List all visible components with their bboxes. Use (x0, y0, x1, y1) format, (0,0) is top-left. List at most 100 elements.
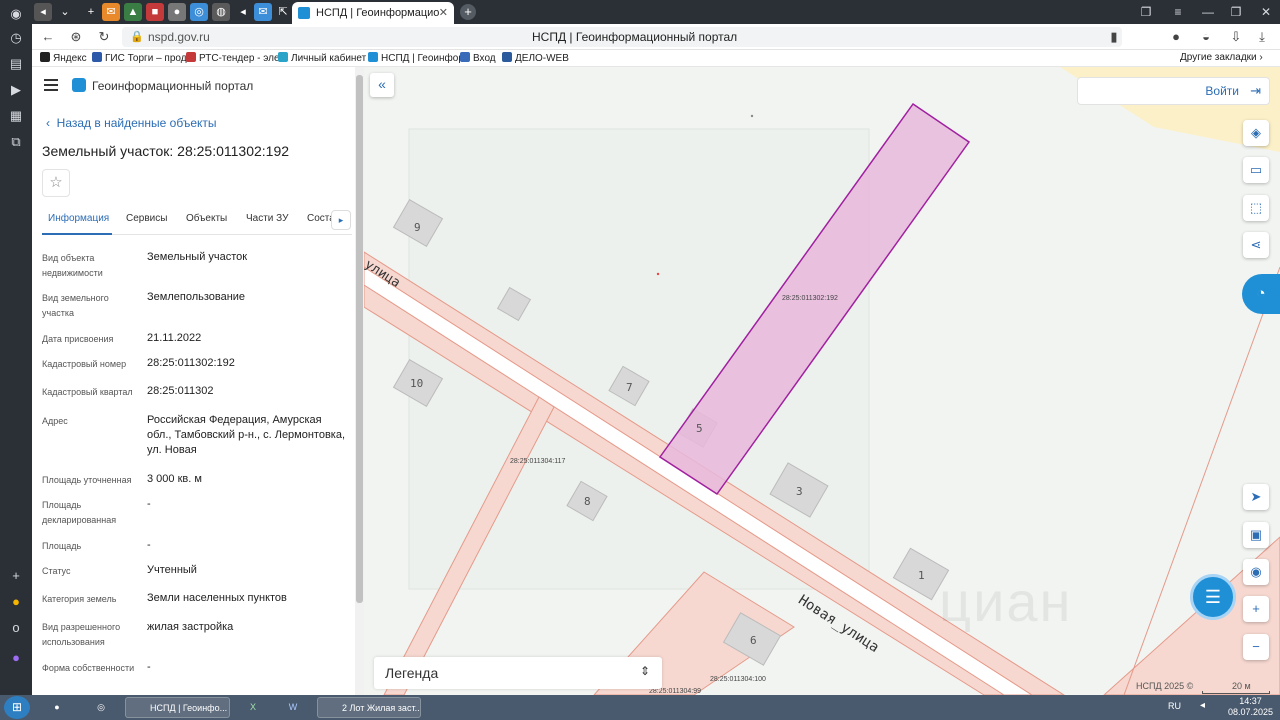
other-bookmarks[interactable]: Другие закладки › (1180, 52, 1263, 63)
taskbar-word-icon[interactable]: W (282, 697, 304, 718)
map-service-button[interactable]: ◔ (1242, 274, 1280, 314)
url-text[interactable]: nspd.gov.ru (148, 30, 210, 44)
active-tab-underline (42, 233, 112, 235)
taskbar-excel-icon[interactable]: X (242, 697, 264, 718)
portal-logo-icon (72, 78, 86, 92)
bookmark-rts-tender[interactable]: РТС-тендер - эле (186, 52, 280, 64)
pinned-tab-sound2-icon[interactable]: ◂ (234, 3, 252, 21)
taskbar-app-icon[interactable]: ◎ (90, 697, 112, 718)
legend-expand-icon[interactable]: ⇕ (640, 664, 650, 678)
pinned-tab-dark-icon[interactable]: ◍ (212, 3, 230, 21)
pinned-tab-sound-icon[interactable]: ◂ (34, 3, 52, 21)
app-icon-o[interactable]: o (6, 618, 26, 638)
bookmark-gis-torgi[interactable]: ГИС Торги – прод (92, 52, 187, 64)
pinned-tab-cursor-icon[interactable]: ⇱ (274, 3, 292, 21)
back-arrow-icon[interactable]: ← (40, 29, 56, 45)
taskbar-alice-icon[interactable]: ● (46, 697, 68, 718)
yandex-icon[interactable]: ⊛ (68, 29, 84, 45)
login-button[interactable]: Войти ⇥ (1077, 77, 1270, 105)
vpn-icon[interactable]: ◒ (1198, 29, 1214, 45)
chat-icon[interactable]: ☰ (1190, 574, 1236, 620)
tab-information[interactable]: Информация (48, 213, 109, 224)
app-icon-yellow[interactable]: ● (6, 592, 26, 612)
extension-icon[interactable]: ● (1168, 29, 1184, 45)
pinned-tab-app-icon[interactable]: ▲ (124, 3, 142, 21)
select-area-icon[interactable]: ⬚ (1243, 195, 1269, 221)
pinned-tab-red-icon[interactable]: ■ (146, 3, 164, 21)
active-tab[interactable]: НСПД | Геоинформацио ✕ (292, 2, 454, 24)
close-window-icon[interactable]: ✕ (1258, 4, 1274, 20)
panel-scrollbar-thumb[interactable] (356, 75, 363, 603)
bookmark-yandex[interactable]: Яндекс (40, 52, 87, 64)
row-value-cadastral-number: 28:25:011302:192 (147, 357, 235, 369)
tabs-next-chevron-icon[interactable]: ▸ (331, 210, 351, 230)
tabs-menu-chevron-icon[interactable]: ⌄ (56, 3, 74, 21)
location-search-icon[interactable]: ◉ (1243, 559, 1269, 585)
layers-icon[interactable]: ◈ (1243, 120, 1269, 146)
pinned-tab-blue-icon[interactable]: ◎ (190, 3, 208, 21)
row-value-land-category: Земли населенных пунктов (147, 592, 287, 604)
calendar-icon[interactable]: ▦ (6, 106, 26, 126)
row-value-assign-date: 21.11.2022 (147, 332, 202, 344)
share-icon[interactable]: ⋖ (1243, 232, 1269, 258)
menu-icon[interactable] (44, 79, 58, 91)
row-label-assign-date: Дата присвоения (42, 334, 114, 344)
pinned-tab-gray-icon[interactable]: ● (168, 3, 186, 21)
bookmark-delo-web[interactable]: ДЕЛО-WEB (502, 52, 569, 64)
login-label: Войти (1205, 84, 1239, 98)
tray-clock[interactable]: 14:37 08.07.2025 (1228, 696, 1273, 718)
building-number-5: 5 (696, 422, 703, 435)
minimize-icon[interactable]: — (1200, 4, 1216, 20)
bookmark-favicon-icon (460, 52, 470, 62)
bookmark-vhod[interactable]: Вход (460, 52, 496, 64)
back-to-results-link[interactable]: ‹ Назад в найденные объекты (46, 116, 217, 130)
geolocation-icon[interactable]: ➤ (1243, 484, 1269, 510)
tab-services[interactable]: Сервисы (126, 213, 167, 224)
building-number-6: 6 (750, 634, 757, 647)
portal-name: Геоинформационный портал (92, 79, 254, 93)
bookmark-favicon-icon (40, 52, 50, 62)
collapse-panel-button[interactable]: « (370, 73, 394, 97)
map-view[interactable]: циан 9 10 7 5 8 3 1 6 28:25:011302:192 2… (364, 67, 1280, 695)
pinned-tab-mail-icon[interactable]: ✉ (102, 3, 120, 21)
restore-icon[interactable]: ❐ (1228, 4, 1244, 20)
bookmark-icon[interactable]: ▮ (1106, 29, 1122, 45)
taskbar-browser-window[interactable]: НСПД | Геоинфо... (125, 697, 230, 718)
favorite-star-button[interactable]: ☆ (42, 169, 70, 197)
history-icon[interactable]: ◷ (6, 28, 26, 48)
browser-logo-icon[interactable]: ◉ (6, 4, 26, 24)
taskbar-folder-window[interactable]: 2 Лот Жилая заст... (317, 697, 421, 718)
map-copyright: НСПД 2025 © (1136, 681, 1194, 691)
building-number-7: 7 (626, 381, 633, 394)
zoom-out-button[interactable]: − (1243, 634, 1269, 660)
minimap-icon[interactable]: ▣ (1243, 522, 1269, 548)
browser-menu-icon[interactable]: ≡ (1170, 4, 1186, 20)
scale-bar (1202, 691, 1270, 694)
start-button-icon[interactable]: ⊞ (4, 696, 30, 719)
pinned-tab-plus-icon[interactable]: + (82, 3, 100, 21)
row-label-area-precise: Площадь уточненная (42, 475, 132, 485)
ruler-icon[interactable]: ▭ (1243, 157, 1269, 183)
video-icon[interactable]: ▶ (6, 80, 26, 100)
reload-icon[interactable]: ↻ (96, 29, 112, 45)
tray-volume-icon[interactable]: ◂ (1200, 700, 1205, 711)
pinned-tab-mail2-icon[interactable]: ✉ (254, 3, 272, 21)
zoom-in-button[interactable]: + (1243, 596, 1269, 622)
screenshot-icon[interactable]: ⧉ (6, 132, 26, 152)
new-tab-button[interactable]: + (460, 4, 476, 20)
legend-bar[interactable]: Легенда ⇕ (374, 657, 662, 689)
row-label-area-declared: Площадь декларированная (42, 500, 117, 525)
collections-icon[interactable]: ▤ (6, 54, 26, 74)
building-number-10: 10 (410, 377, 424, 390)
close-tab-icon[interactable]: ✕ (439, 2, 448, 24)
tab-parcel-parts[interactable]: Части ЗУ (246, 213, 288, 224)
tab-objects[interactable]: Объекты (186, 213, 227, 224)
downloads-icon[interactable]: ⇩ (1228, 29, 1244, 45)
bookmark-nspd[interactable]: НСПД | Геоинфор (368, 52, 464, 64)
tray-language[interactable]: RU (1168, 701, 1181, 711)
bookmark-cabinet[interactable]: Личный кабинет (278, 52, 366, 64)
tab-list-icon[interactable]: ❐ (1138, 4, 1154, 20)
save-icon[interactable]: ⤓ (1254, 29, 1270, 45)
alice-icon[interactable]: ● (6, 648, 26, 668)
add-panel-icon[interactable]: + (6, 566, 26, 586)
